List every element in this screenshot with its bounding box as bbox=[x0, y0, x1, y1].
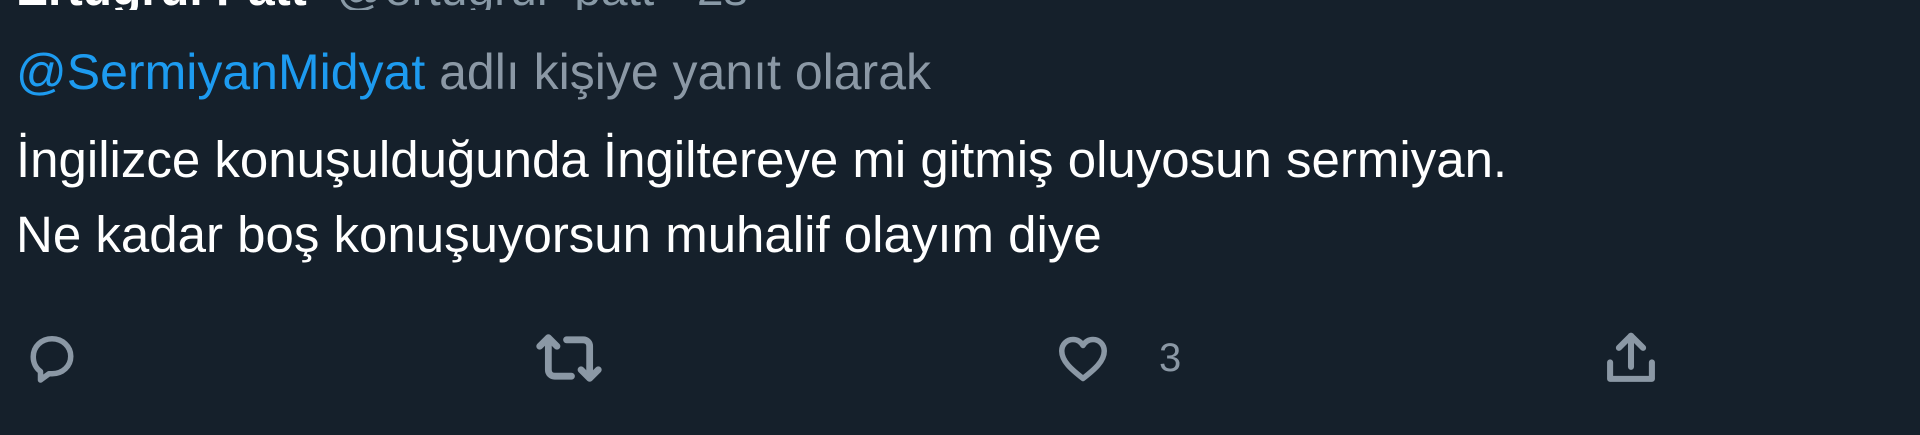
tweet-text-line: İngilizce konuşulduğunda İngiltereye mi … bbox=[16, 131, 1508, 188]
share-button[interactable] bbox=[1598, 318, 1664, 398]
speech-bubble-icon bbox=[30, 336, 74, 383]
heart-icon bbox=[1059, 336, 1107, 382]
author-handle[interactable]: @ertugrul_patt · 2s bbox=[336, 0, 748, 10]
retweet-button[interactable] bbox=[532, 318, 606, 398]
reply-context: @SermiyanMidyat adlı kişiye yanıt olarak bbox=[16, 42, 931, 102]
reply-context-text: adlı kişiye yanıt olarak bbox=[439, 44, 932, 100]
reply-mention-link[interactable]: @SermiyanMidyat bbox=[16, 44, 425, 100]
tweet-text: İngilizce konuşulduğunda İngiltereye mi … bbox=[16, 122, 1896, 272]
tweet-actions-bar: 3 bbox=[0, 318, 1920, 398]
author-name[interactable]: Ertuğrul Patt bbox=[16, 0, 307, 10]
like-button[interactable]: 3 bbox=[1053, 318, 1181, 398]
like-count: 3 bbox=[1159, 335, 1182, 380]
share-upload-icon bbox=[1607, 332, 1655, 382]
tweet-text-line: Ne kadar boş konuşuyorsun muhalif olayım… bbox=[16, 206, 1102, 263]
tweet-card: Ertuğrul Patt @ertugrul_patt · 2s @Sermi… bbox=[0, 0, 1920, 435]
tweet-header: Ertuğrul Patt @ertugrul_patt · 2s bbox=[16, 0, 748, 10]
reply-button[interactable] bbox=[22, 318, 82, 398]
retweet-arrows-icon bbox=[536, 334, 602, 382]
